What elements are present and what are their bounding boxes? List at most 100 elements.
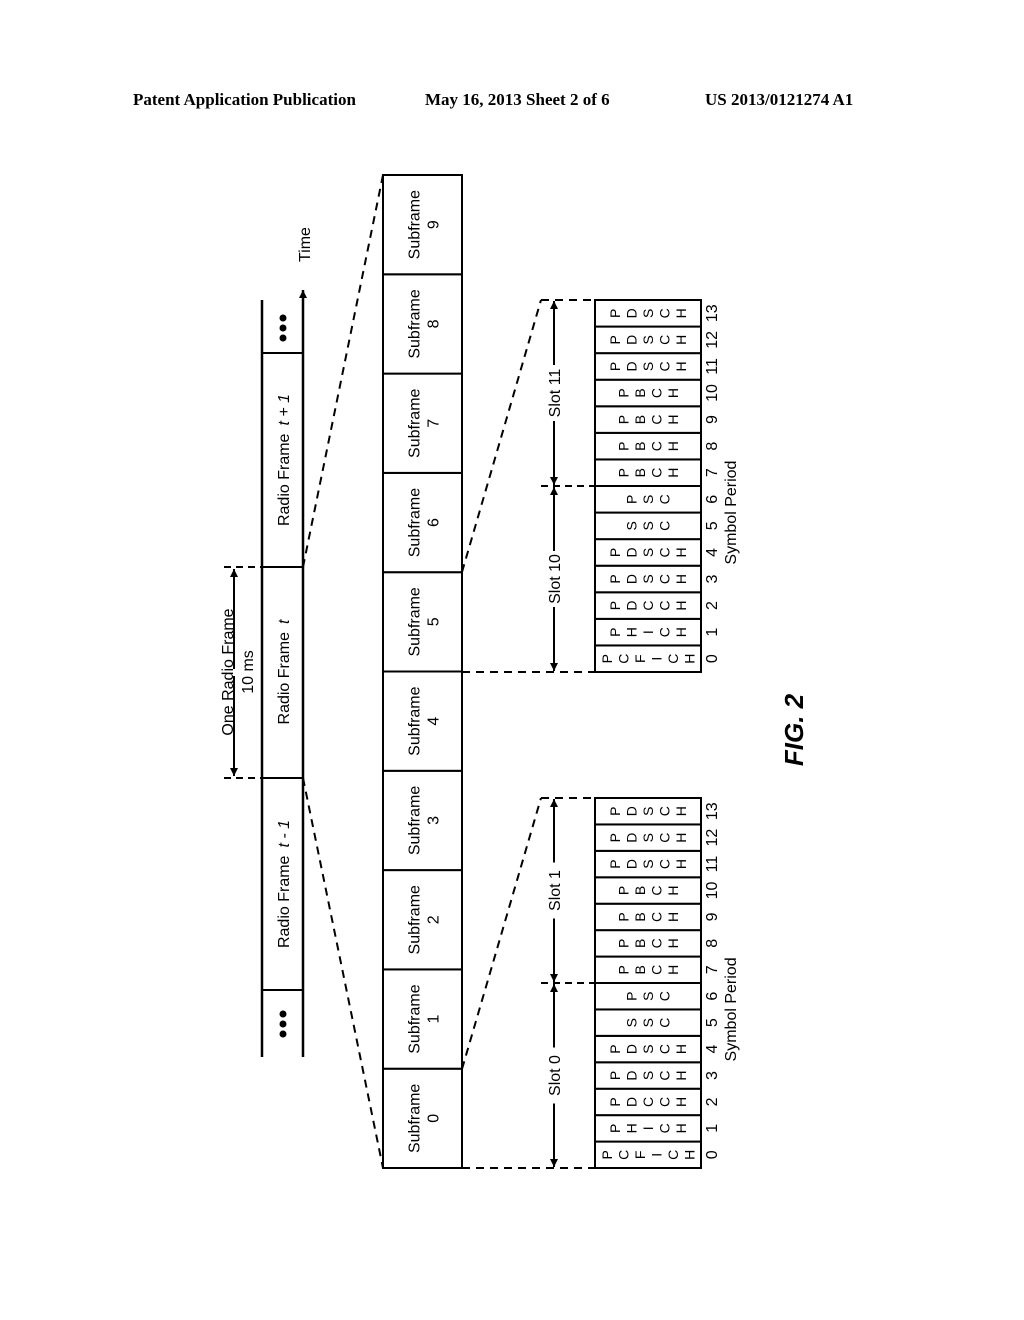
symbol-cell-11: P D S C H 11 xyxy=(594,849,721,879)
channel-label: PSC xyxy=(624,494,673,504)
subframe-number: 2 xyxy=(426,915,443,924)
channel-letter: C xyxy=(640,601,656,611)
channel-letter: H xyxy=(673,627,689,637)
channel-letter: C xyxy=(657,521,673,531)
channel-letter: C xyxy=(657,991,673,1001)
channel-letter: D xyxy=(624,308,640,318)
channel-letter: C xyxy=(648,938,664,948)
symbol-cell-0: PCFICH0 xyxy=(594,1140,721,1169)
subframe-word: Subframe xyxy=(407,885,424,954)
subframe-number: 9 xyxy=(426,220,443,229)
subframe-number: 4 xyxy=(426,717,443,726)
symbol-index: 0 xyxy=(704,654,721,663)
channel-letter: F xyxy=(632,1151,648,1160)
channel-letter: D xyxy=(624,547,640,557)
channel-letter: P xyxy=(607,807,623,816)
symbol-index: 2 xyxy=(704,1097,721,1106)
channel-letter: P xyxy=(607,627,623,636)
channel-label: PBCH xyxy=(615,885,681,895)
subframe-word: Subframe xyxy=(407,289,424,358)
subframe-column: Subframe 0Subframe 1Subframe 2Subframe 3Subf… xyxy=(382,174,463,1169)
channel-letter: H xyxy=(673,1070,689,1080)
symbol-index: 4 xyxy=(704,548,721,557)
channel-letter: P xyxy=(607,1097,623,1106)
channel-letter: C xyxy=(665,1150,681,1160)
channel-label: SSC xyxy=(624,521,673,531)
channel-letter: C xyxy=(657,574,673,584)
symbol-cell-13: P D S C H 13 xyxy=(594,797,721,826)
symbol-index: 6 xyxy=(704,495,721,504)
channel-letter: P xyxy=(607,362,623,371)
ellipsis-icon xyxy=(279,314,287,342)
symbol-index: 5 xyxy=(704,521,721,530)
channel-letter: C xyxy=(657,1044,673,1054)
symbol-cell-5: SSC5 xyxy=(594,1008,721,1037)
channel-letter: S xyxy=(640,335,656,344)
channel-letter: S xyxy=(624,521,640,530)
channel-letter: P xyxy=(599,654,615,663)
channel-letter: H xyxy=(673,361,689,371)
symbol-cell-5: SSC5 xyxy=(594,511,721,541)
symbol-index: 7 xyxy=(704,965,721,974)
subframe-number: 3 xyxy=(426,816,443,825)
subframe-8: Subframe 8 xyxy=(382,273,463,375)
subframe-word: Subframe xyxy=(407,1084,424,1153)
channel-letter: C xyxy=(657,1070,673,1080)
slot-table-lower: P C F I C H 0P H I C H 1P D C C H 2P D S C H 3P D S C H 4S S C 5P S C 6P… xyxy=(541,797,740,1169)
channel-letter: H xyxy=(673,1123,689,1133)
time-label: Time xyxy=(297,227,314,262)
channel-letter: C xyxy=(648,388,664,398)
subframe-5: Subframe 5 xyxy=(382,571,463,673)
channel-letter: H xyxy=(673,574,689,584)
channel-letter: D xyxy=(624,361,640,371)
subframe-4: Subframe 4 xyxy=(382,670,463,772)
symbol-cell-3: PDSCH 3 xyxy=(594,564,721,594)
channel-letter: S xyxy=(640,992,656,1001)
channel-label: PBCH xyxy=(615,938,681,948)
radio-frame-strip: Time Radio Framet + 1 Radio Framet Radio… xyxy=(260,227,314,1057)
channel-label: PBCH xyxy=(615,388,681,398)
channel-letter: D xyxy=(624,1070,640,1080)
channel-letter: P xyxy=(599,1150,615,1159)
channel-label: PDSCH xyxy=(607,1044,689,1054)
channel-letter: H xyxy=(673,308,689,318)
symbol-index: 8 xyxy=(704,442,721,451)
channel-letter: H xyxy=(624,1123,640,1133)
channel-label: PBCH xyxy=(615,415,681,425)
symbol-index: 1 xyxy=(704,1124,721,1133)
symbol-period-label: Symbol Period xyxy=(723,461,740,565)
subframe-word: Subframe xyxy=(407,686,424,755)
symbol-cell-12: P D S C H 12 xyxy=(594,325,721,355)
channel-letter: H xyxy=(624,627,640,637)
channel-letter: P xyxy=(615,388,631,397)
channel-letter: S xyxy=(640,807,656,816)
expansion-line xyxy=(302,174,384,568)
symbol-index: 6 xyxy=(704,992,721,1001)
channel-letter: H xyxy=(673,833,689,843)
channel-letter: S xyxy=(640,574,656,583)
channel-letter: H xyxy=(673,335,689,345)
channel-letter: P xyxy=(607,859,623,868)
symbol-index: 7 xyxy=(704,468,721,477)
subframe-2: Subframe 2 xyxy=(382,869,463,971)
figure-diagram: Time Radio Framet + 1 Radio Framet Radio… xyxy=(220,174,809,1169)
channel-letter: D xyxy=(624,859,640,869)
channel-letter: P xyxy=(607,309,623,318)
slot-table-upper: P C F I C H 0P H I C H 1P D C C H 2P D S C H 3P D S C H 4S S C 5P S C 6P… xyxy=(541,299,740,674)
subframe-number: 6 xyxy=(426,518,443,527)
channel-letter: P xyxy=(615,441,631,450)
symbol-index: 9 xyxy=(704,415,721,424)
subframe-number: 1 xyxy=(426,1015,443,1024)
symbol-index: 12 xyxy=(704,331,721,349)
symbol-cell-7: PBCH 7 xyxy=(594,955,721,984)
channel-letter: P xyxy=(607,1044,623,1053)
channel-letter: B xyxy=(632,441,648,450)
channel-letter: B xyxy=(632,939,648,948)
channel-letter: H xyxy=(673,601,689,611)
symbol-index: 11 xyxy=(704,856,721,873)
symbol-cell-8: PBCH 8 xyxy=(594,431,721,461)
channel-label: PDSCH xyxy=(607,361,689,371)
channel-letter: H xyxy=(665,912,681,922)
channel-letter: S xyxy=(640,548,656,557)
channel-letter: H xyxy=(673,1097,689,1107)
